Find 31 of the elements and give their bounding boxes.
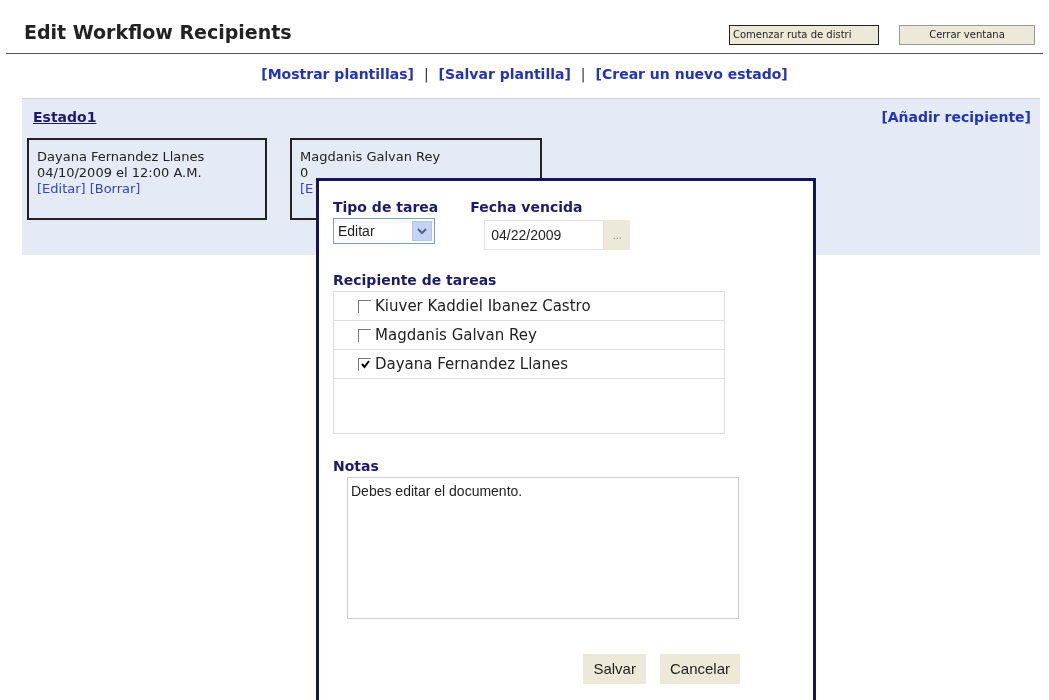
due-date-label: Fecha vencida bbox=[470, 198, 584, 217]
page-title: Edit Workflow Recipients bbox=[24, 20, 292, 45]
notes-field[interactable]: Debes editar el documento. bbox=[347, 477, 739, 619]
task-type-select[interactable]: Editar bbox=[333, 218, 435, 244]
recipients-label: Recipiente de tareas bbox=[333, 271, 497, 290]
task-type-label: Tipo de tarea bbox=[333, 198, 439, 217]
recipient-name: Magdanis Galvan Rey bbox=[300, 148, 441, 165]
separator: | bbox=[423, 64, 429, 85]
recipient-checkbox[interactable] bbox=[358, 357, 371, 371]
separator: | bbox=[580, 64, 586, 85]
toolbar-link[interactable]: [Mostrar plantillas] bbox=[261, 63, 414, 85]
recipient-name: Dayana Fernandez Llanes bbox=[37, 148, 205, 165]
toolbar-link[interactable]: [Crear un nuevo estado] bbox=[595, 63, 788, 85]
toolbar-link[interactable]: [Salvar plantilla] bbox=[438, 63, 571, 85]
recipient-date: 04/10/2009 el 12:00 A.M. bbox=[37, 164, 202, 181]
notes-label: Notas bbox=[333, 457, 379, 476]
add-recipient-link[interactable]: [Añadir recipiente] bbox=[881, 106, 1031, 128]
due-date-field[interactable]: 04/22/2009 bbox=[484, 220, 605, 250]
recipient-option: Magdanis Galvan Rey bbox=[375, 323, 537, 347]
start-route-button[interactable]: Comenzar ruta de distri bbox=[729, 24, 879, 45]
recipient-option: Kiuver Kaddiel Ibanez Castro bbox=[375, 294, 591, 318]
close-window-button[interactable]: Cerrar ventana bbox=[899, 24, 1035, 45]
dropdown-icon bbox=[412, 221, 432, 241]
card-link[interactable]: [Borrar] bbox=[89, 180, 141, 197]
save-button[interactable]: Salvar bbox=[583, 654, 646, 684]
recipient-option: Dayana Fernandez Llanes bbox=[375, 352, 569, 376]
card-link[interactable]: [E bbox=[300, 180, 314, 197]
recipient-date: 0 bbox=[300, 164, 309, 181]
cancel-button[interactable]: Cancelar bbox=[659, 654, 740, 684]
card-link[interactable]: [Editar] bbox=[37, 180, 86, 197]
state-title-link[interactable]: Estado1 bbox=[33, 106, 97, 128]
